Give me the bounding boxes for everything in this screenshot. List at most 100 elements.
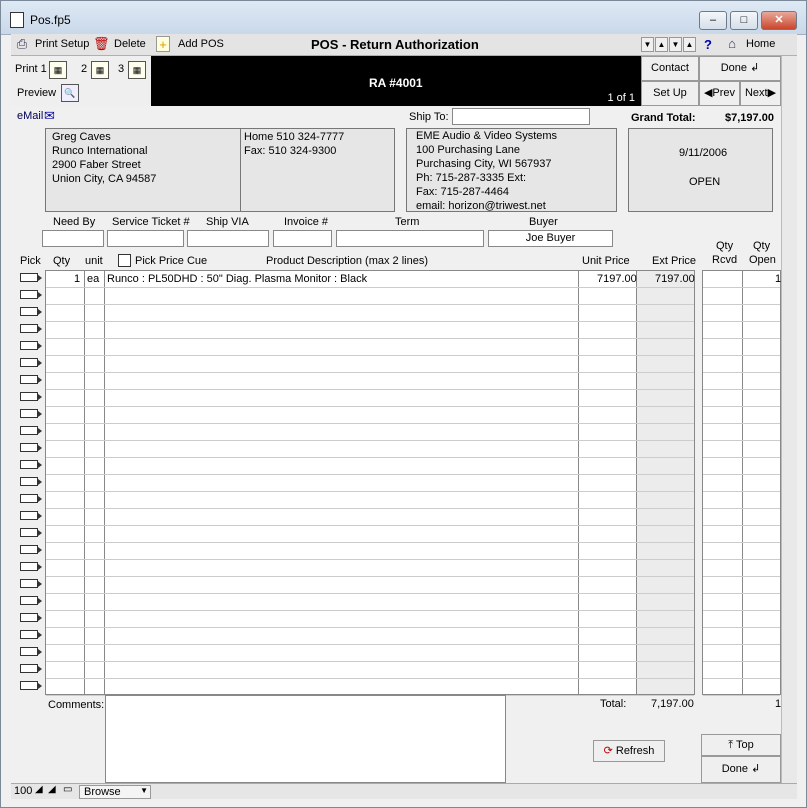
delete-button[interactable]: Delete bbox=[114, 38, 146, 50]
return-arrow-icon: ↲ bbox=[750, 62, 760, 74]
table-row[interactable] bbox=[46, 475, 694, 492]
ext-price-column-header: Ext Price bbox=[652, 255, 697, 267]
top-button[interactable]: ⤒ Top bbox=[701, 734, 781, 756]
pick-arrow-icon[interactable] bbox=[20, 664, 42, 673]
table-row[interactable] bbox=[46, 322, 694, 339]
print-2-icon[interactable]: ▦ bbox=[91, 61, 109, 79]
print-1-icon[interactable]: ▦ bbox=[49, 61, 67, 79]
pick-arrow-icon[interactable] bbox=[20, 579, 42, 588]
pick-arrow-icon[interactable] bbox=[20, 273, 42, 282]
comments-field[interactable] bbox=[105, 695, 506, 783]
table-row[interactable] bbox=[46, 356, 694, 373]
table-row[interactable]: 1 ea Runco : PL50DHD : 50" Diag. Plasma … bbox=[46, 271, 695, 288]
maximize-button[interactable]: □ bbox=[730, 11, 758, 30]
table-row[interactable] bbox=[46, 441, 694, 458]
help-button[interactable]: ? bbox=[704, 37, 712, 52]
service-ticket-field[interactable] bbox=[107, 230, 184, 247]
zoom-in-icon[interactable]: ◢ bbox=[48, 784, 56, 795]
zoom-level[interactable]: 100 bbox=[14, 785, 32, 797]
table-row[interactable] bbox=[46, 339, 694, 356]
table-row bbox=[703, 407, 780, 424]
table-row[interactable] bbox=[46, 424, 694, 441]
pick-arrow-icon[interactable] bbox=[20, 392, 42, 401]
ship-via-field[interactable] bbox=[187, 230, 269, 247]
pick-arrow-icon[interactable] bbox=[20, 630, 42, 639]
refresh-button[interactable]: ⟳ Refresh bbox=[593, 740, 665, 762]
status-area-icon[interactable]: ▭ bbox=[63, 784, 72, 795]
pick-arrow-icon[interactable] bbox=[20, 341, 42, 350]
pick-arrow-icon[interactable] bbox=[20, 358, 42, 367]
line-qty[interactable]: 1 bbox=[74, 273, 80, 285]
pick-arrow-icon[interactable] bbox=[20, 528, 42, 537]
mode-select[interactable]: Browse ▼ bbox=[79, 785, 151, 799]
table-row[interactable] bbox=[46, 526, 694, 543]
done-bottom-button[interactable]: Done ↲ bbox=[701, 756, 781, 783]
pick-arrow-icon[interactable] bbox=[20, 443, 42, 452]
pick-arrow-icon[interactable] bbox=[20, 460, 42, 469]
pick-arrow-icon[interactable] bbox=[20, 426, 42, 435]
magnifier-icon[interactable]: 🔍 bbox=[61, 84, 79, 102]
invoice-field[interactable] bbox=[273, 230, 332, 247]
ra-date: 9/11/2006 bbox=[679, 147, 728, 159]
pick-arrow-icon[interactable] bbox=[20, 511, 42, 520]
close-button[interactable]: ✕ bbox=[761, 11, 797, 30]
pick-arrow-icon[interactable] bbox=[20, 375, 42, 384]
need-by-label: Need By bbox=[53, 216, 96, 228]
table-row[interactable] bbox=[46, 577, 694, 594]
table-row[interactable] bbox=[46, 288, 694, 305]
first-record-icon[interactable]: ▲ bbox=[683, 37, 696, 52]
done-top-button[interactable]: Done ↲ bbox=[699, 56, 781, 81]
table-row[interactable] bbox=[46, 679, 694, 696]
zoom-out-icon[interactable]: ◢ bbox=[35, 784, 43, 795]
pick-arrow-icon[interactable] bbox=[20, 545, 42, 554]
table-row[interactable] bbox=[46, 390, 694, 407]
need-by-field[interactable] bbox=[42, 230, 104, 247]
table-row[interactable] bbox=[46, 492, 694, 509]
table-row[interactable] bbox=[46, 458, 694, 475]
sort-down-icon[interactable]: ▼ bbox=[641, 37, 654, 52]
print-setup-button[interactable]: Print Setup bbox=[35, 38, 89, 50]
next-record-icon[interactable]: ▼ bbox=[669, 37, 682, 52]
table-row[interactable] bbox=[46, 662, 694, 679]
prev-button[interactable]: ◀Prev bbox=[699, 81, 740, 106]
table-row[interactable] bbox=[46, 509, 694, 526]
previous-record-icon[interactable]: ▲ bbox=[655, 37, 668, 52]
table-row[interactable] bbox=[46, 407, 694, 424]
pick-arrow-icon[interactable] bbox=[20, 307, 42, 316]
pick-arrow-icon[interactable] bbox=[20, 681, 42, 690]
pick-arrow-icon[interactable] bbox=[20, 596, 42, 605]
table-row[interactable] bbox=[46, 305, 694, 322]
pick-arrow-icon[interactable] bbox=[20, 324, 42, 333]
pick-arrow-icon[interactable] bbox=[20, 647, 42, 656]
pick-arrow-icon[interactable] bbox=[20, 562, 42, 571]
pick-arrow-icon[interactable] bbox=[20, 409, 42, 418]
home-button[interactable]: Home bbox=[746, 38, 775, 50]
buyer-field[interactable]: Joe Buyer bbox=[488, 230, 613, 247]
table-row[interactable] bbox=[46, 560, 694, 577]
table-row[interactable] bbox=[46, 373, 694, 390]
setup-button[interactable]: Set Up bbox=[641, 81, 699, 106]
table-row[interactable] bbox=[46, 611, 694, 628]
table-row[interactable] bbox=[46, 645, 694, 662]
pick-arrow-icon[interactable] bbox=[20, 613, 42, 622]
pick-arrow-icon[interactable] bbox=[20, 494, 42, 503]
line-description[interactable]: Runco : PL50DHD : 50" Diag. Plasma Monit… bbox=[107, 273, 367, 285]
minimize-button[interactable]: – bbox=[699, 11, 727, 30]
email-icon[interactable]: ✉ bbox=[44, 108, 55, 124]
table-row[interactable] bbox=[46, 543, 694, 560]
table-row[interactable] bbox=[46, 628, 694, 645]
add-pos-button[interactable]: Add POS bbox=[178, 38, 224, 50]
pick-arrow-icon[interactable] bbox=[20, 477, 42, 486]
ship-to-field[interactable] bbox=[452, 108, 590, 125]
term-field[interactable] bbox=[336, 230, 484, 247]
contact-button[interactable]: Contact bbox=[641, 56, 699, 81]
vertical-scrollbar[interactable] bbox=[781, 34, 797, 784]
next-button[interactable]: Next▶ bbox=[740, 81, 781, 106]
pick-price-cue-checkbox[interactable] bbox=[118, 254, 131, 267]
line-unit[interactable]: ea bbox=[87, 273, 99, 285]
line-unit-price[interactable]: 7197.00 bbox=[597, 273, 637, 285]
pick-arrow-icon[interactable] bbox=[20, 290, 42, 299]
document-icon bbox=[10, 12, 24, 28]
table-row[interactable] bbox=[46, 594, 694, 611]
print-3-icon[interactable]: ▦ bbox=[128, 61, 146, 79]
